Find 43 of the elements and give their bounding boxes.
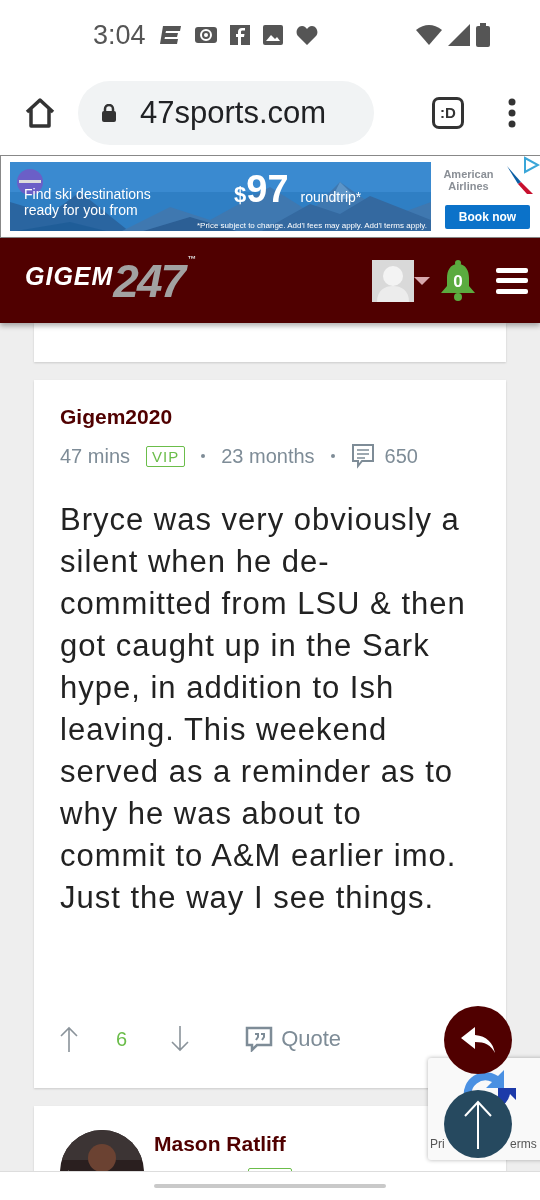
- menu-icon[interactable]: [508, 97, 516, 128]
- terms-link[interactable]: erms: [510, 1137, 537, 1151]
- post-body: Bryce was very obviously a silent when he de-committed from LSU & then got caught up in the Sark hype, in addition to Ish leaving. This weekend served as a reminder as to why he was about to commit to A&M earlier imo. Just the way I see things.: [60, 501, 467, 917]
- vote-score: 6: [116, 1027, 128, 1051]
- home-icon[interactable]: [24, 96, 56, 129]
- battery-icon: [476, 23, 490, 47]
- address-bar[interactable]: 47sports.com: [78, 80, 374, 145]
- menu-icon[interactable]: [496, 267, 528, 294]
- ad-headline: Find ski destinations ready for you from: [24, 185, 152, 218]
- price-note: roundtrip*: [300, 189, 362, 205]
- facebook-icon: [229, 25, 250, 45]
- avatar-icon[interactable]: [372, 259, 414, 302]
- caret-icon[interactable]: [414, 275, 430, 286]
- arrow-up-icon: [463, 1099, 493, 1149]
- ad-price: 97: [246, 168, 289, 211]
- currency-symbol: $: [234, 182, 247, 208]
- post-count: 650: [384, 444, 418, 468]
- author-name[interactable]: Gigem2020: [60, 405, 480, 429]
- tab-switcher-button[interactable]: :D: [432, 96, 464, 129]
- privacy-link[interactable]: Pri: [430, 1137, 445, 1151]
- airline-name: American Airlines: [442, 168, 495, 192]
- comment-icon: [350, 443, 375, 469]
- fine-print: *Price subject to change. Add'l fees may apply. Add'l terms apply.: [197, 221, 427, 230]
- ad-choices-icon[interactable]: [522, 156, 540, 174]
- member-tenure: 23 months: [221, 444, 315, 468]
- camera-icon: [194, 25, 217, 45]
- app-icon: [159, 24, 182, 46]
- bell-icon: [440, 259, 476, 302]
- author-name[interactable]: Mason Ratliff: [154, 1132, 292, 1156]
- reply-icon: [461, 1027, 495, 1053]
- heart-icon: [295, 25, 318, 45]
- image-icon: [262, 25, 283, 45]
- clock-time: 3:04: [93, 19, 146, 51]
- wifi-icon: [416, 24, 442, 46]
- post-time: 47 mins: [60, 444, 131, 468]
- upvote-icon[interactable]: [60, 1026, 78, 1052]
- lock-icon: [102, 103, 116, 122]
- vip-badge: VIP: [146, 445, 186, 467]
- quote-icon: [245, 1026, 274, 1052]
- downvote-icon[interactable]: [171, 1026, 190, 1052]
- gesture-handle[interactable]: [154, 1184, 386, 1188]
- signal-icon: [448, 24, 470, 46]
- book-button[interactable]: Book now: [444, 205, 531, 229]
